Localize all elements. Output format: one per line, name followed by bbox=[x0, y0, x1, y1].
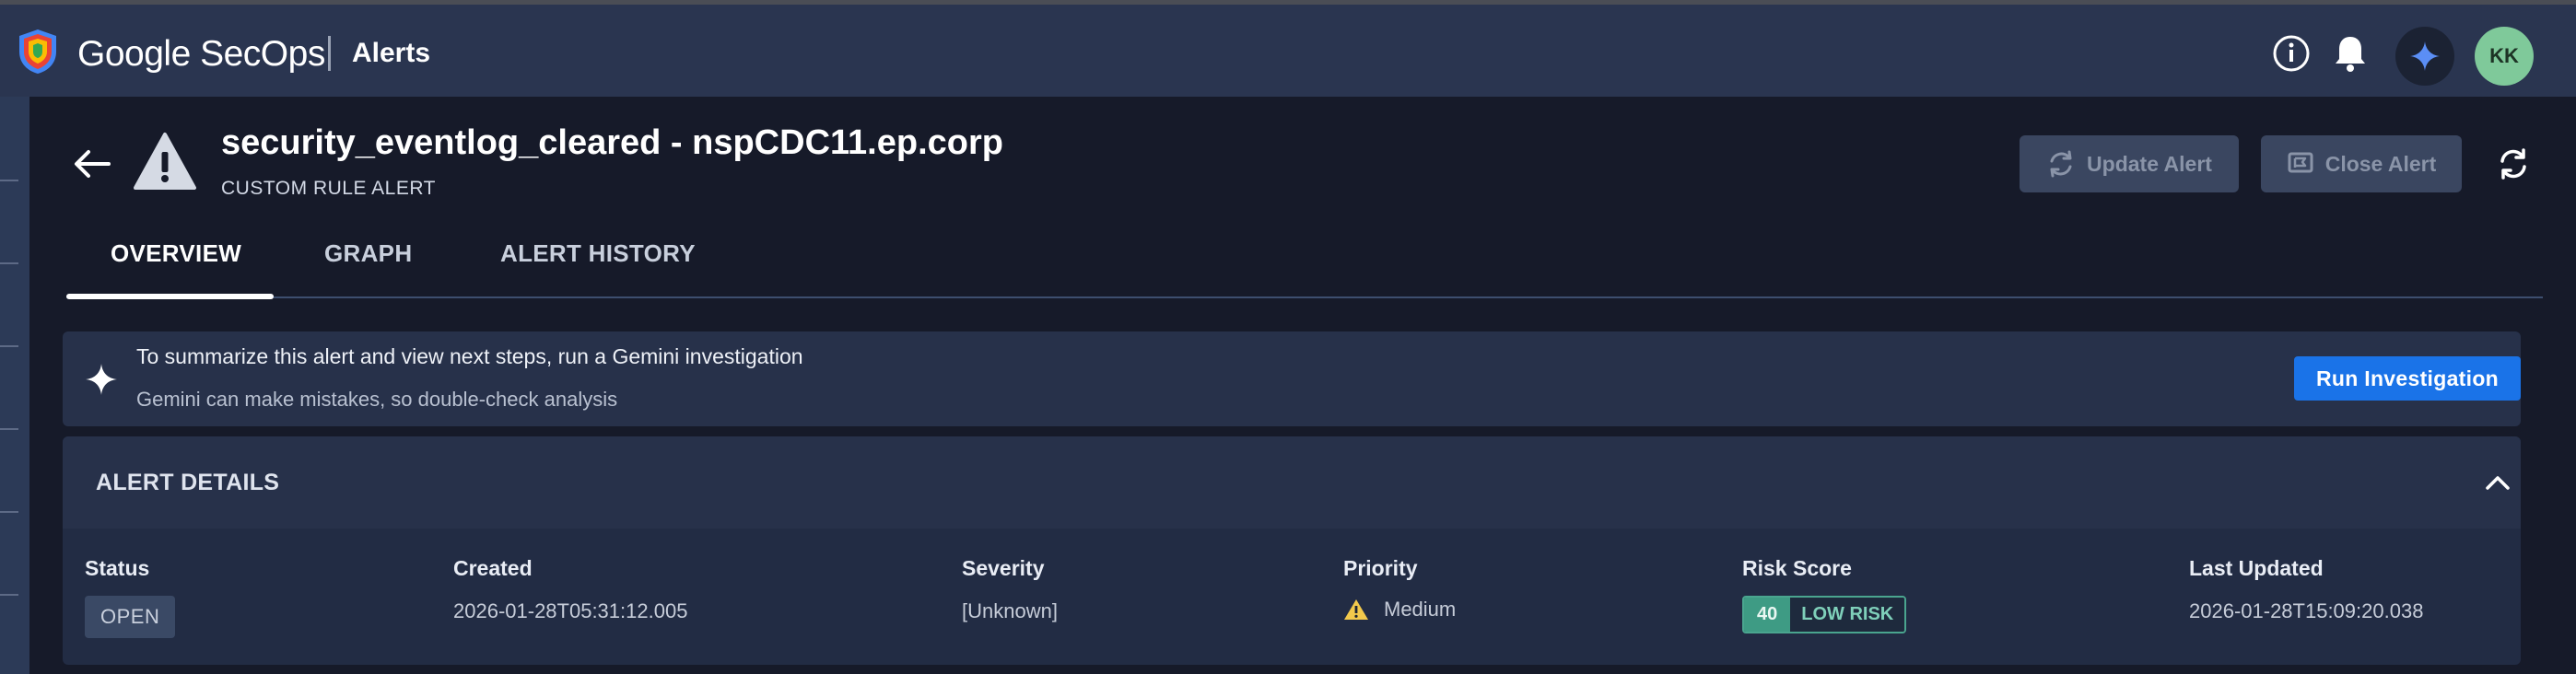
brand-divider bbox=[328, 36, 331, 71]
severity-label: Severity bbox=[962, 556, 1045, 580]
refresh-icon[interactable] bbox=[2495, 145, 2532, 182]
left-rail[interactable] bbox=[0, 97, 29, 674]
gemini-banner: To summarize this alert and view next st… bbox=[63, 331, 2521, 426]
brand-name: Google SecOps bbox=[77, 34, 325, 75]
sparkle-icon bbox=[86, 364, 117, 395]
alert-title: security_eventlog_cleared - nspCDC11.ep.… bbox=[221, 123, 1003, 162]
created-field: Created 2026-01-28T05:31:12.005 bbox=[453, 556, 687, 623]
last-updated-field: Last Updated 2026-01-28T15:09:20.038 bbox=[2189, 556, 2423, 623]
alert-subtitle: CUSTOM RULE ALERT bbox=[221, 178, 436, 199]
avatar[interactable]: KK bbox=[2475, 27, 2534, 86]
gemini-icon bbox=[2410, 41, 2440, 71]
warning-icon bbox=[1344, 599, 1368, 620]
run-investigation-button[interactable]: Run Investigation bbox=[2294, 356, 2521, 401]
tab-graph[interactable]: GRAPH bbox=[324, 239, 412, 268]
back-arrow-icon[interactable] bbox=[72, 145, 112, 182]
severity-field: Severity [Unknown] bbox=[962, 556, 1058, 623]
tab-bar: OVERVIEW GRAPH ALERT HISTORY bbox=[66, 212, 2543, 299]
close-alert-label: Close Alert bbox=[2324, 151, 2437, 176]
alert-details-panel: ALERT DETAILS Status OPEN Created 2026-0… bbox=[63, 436, 2521, 665]
secops-logo-icon[interactable] bbox=[17, 28, 59, 76]
gemini-prompt-text: To summarize this alert and view next st… bbox=[136, 344, 803, 368]
warning-triangle-icon bbox=[134, 133, 196, 190]
info-icon[interactable] bbox=[2270, 32, 2313, 75]
update-alert-label: Update Alert bbox=[2087, 151, 2212, 176]
alert-details-header[interactable]: ALERT DETAILS bbox=[63, 436, 2521, 529]
priority-field: Priority Medium bbox=[1343, 556, 1456, 622]
risk-score-label: Risk Score bbox=[1742, 556, 1852, 580]
last-updated-label: Last Updated bbox=[2189, 556, 2324, 580]
flag-icon bbox=[2288, 152, 2313, 173]
risk-score-field: Risk Score 40 LOW RISK bbox=[1742, 556, 1907, 633]
priority-label: Priority bbox=[1343, 556, 1418, 580]
rail-tick bbox=[0, 594, 18, 596]
created-label: Created bbox=[453, 556, 533, 580]
rail-tick bbox=[0, 345, 18, 347]
severity-value: [Unknown] bbox=[962, 599, 1058, 622]
close-alert-button[interactable]: Close Alert bbox=[2261, 135, 2462, 192]
risk-level: LOW RISK bbox=[1790, 598, 1905, 632]
rail-tick bbox=[0, 180, 18, 181]
section-title: Alerts bbox=[352, 38, 431, 68]
priority-value: Medium bbox=[1384, 598, 1457, 621]
created-value: 2026-01-28T05:31:12.005 bbox=[453, 599, 688, 622]
risk-score-value: 40 bbox=[1744, 598, 1791, 632]
status-badge[interactable]: OPEN bbox=[85, 596, 176, 638]
rail-tick bbox=[0, 511, 18, 513]
tab-alert-history[interactable]: ALERT HISTORY bbox=[500, 239, 696, 268]
brand-google: Google bbox=[77, 34, 191, 74]
chevron-up-icon[interactable] bbox=[2484, 471, 2512, 494]
brand-secops: SecOps bbox=[200, 34, 325, 74]
rail-tick bbox=[0, 262, 18, 264]
alert-details-title: ALERT DETAILS bbox=[96, 470, 280, 495]
gemini-disclaimer: Gemini can make mistakes, so double-chec… bbox=[136, 388, 618, 411]
status-label: Status bbox=[85, 556, 150, 580]
status-field: Status OPEN bbox=[85, 556, 176, 638]
update-alert-button[interactable]: Update Alert bbox=[2020, 135, 2239, 192]
active-tab-indicator bbox=[66, 294, 274, 299]
gemini-button[interactable] bbox=[2395, 27, 2454, 86]
rail-tick bbox=[0, 428, 18, 430]
top-bar: Google SecOps Alerts KK bbox=[0, 5, 2576, 97]
bell-icon[interactable] bbox=[2329, 32, 2371, 75]
risk-score-badge: 40 LOW RISK bbox=[1742, 596, 1907, 633]
last-updated-value: 2026-01-28T15:09:20.038 bbox=[2189, 599, 2424, 622]
tab-overview[interactable]: OVERVIEW bbox=[111, 239, 241, 268]
tab-divider bbox=[66, 296, 2543, 298]
priority-value-row: Medium bbox=[1343, 598, 1456, 622]
sync-icon bbox=[2050, 150, 2072, 178]
